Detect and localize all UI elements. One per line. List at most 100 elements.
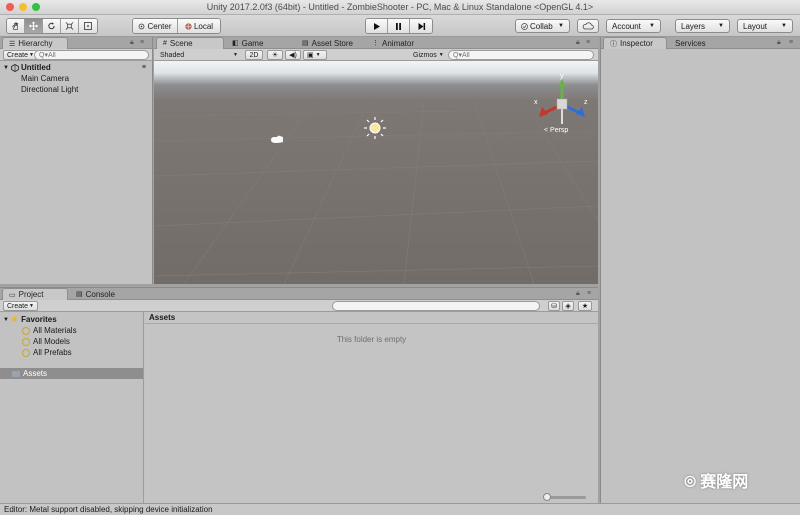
project-subbar: Create ▼ ⛁ ◈ ★	[0, 300, 598, 312]
check-icon	[521, 22, 528, 30]
inspector-tabbar: ⓘ Inspector Services 🔒︎ ≡	[601, 37, 800, 49]
project-search-input[interactable]	[332, 301, 540, 311]
account-dropdown[interactable]: Account ▼	[606, 19, 661, 33]
pause-button[interactable]	[388, 19, 410, 33]
tab-inspector[interactable]: ⓘ Inspector	[603, 37, 667, 49]
lock-icon[interactable]: 🔒︎	[576, 39, 580, 47]
layers-dropdown[interactable]: Layers ▼	[675, 19, 730, 33]
tab-project[interactable]: ▭ Project	[2, 288, 68, 300]
favorite-button[interactable]: ★	[578, 301, 592, 311]
perspective-label[interactable]: < Persp	[544, 127, 568, 134]
pivot-icon	[139, 23, 145, 29]
hierarchy-search-field[interactable]	[39, 51, 148, 59]
lock-icon[interactable]: 🔒︎	[777, 39, 781, 47]
chevron-down-icon: ▼	[718, 23, 724, 29]
slider-handle[interactable]	[543, 493, 551, 501]
hand-tool-button[interactable]	[7, 19, 25, 33]
filter-label-button[interactable]: ◈	[562, 301, 574, 311]
pivot-center-label: Center	[147, 21, 172, 31]
favorite-item-materials[interactable]: All Materials	[0, 325, 143, 336]
step-button[interactable]	[410, 19, 432, 33]
tab-asset-store[interactable]: ▤ Asset Store	[296, 37, 359, 49]
panel-menu-icon[interactable]: ≡	[140, 39, 144, 46]
cloud-icon	[582, 22, 594, 30]
tab-hierarchy-label: Hierarchy	[18, 39, 53, 48]
tab-services[interactable]: Services	[669, 37, 712, 49]
audio-toggle-button[interactable]: ◀)	[285, 50, 301, 60]
scene-menu-icon[interactable]: ≡	[142, 64, 146, 71]
favorites-row[interactable]: ▼ ★ Favorites	[0, 314, 143, 325]
favorite-item-prefabs[interactable]: All Prefabs	[0, 347, 143, 358]
collab-dropdown[interactable]: Collab ▼	[515, 19, 570, 33]
rect-tool-button[interactable]	[79, 19, 97, 33]
store-icon: ▤	[302, 40, 309, 47]
hierarchy-create-button[interactable]: Create ▼	[3, 50, 38, 60]
inspector-panel: ⓘ Inspector Services 🔒︎ ≡	[600, 37, 800, 503]
space-local-button[interactable]: Local	[178, 19, 220, 33]
layout-dropdown[interactable]: Layout ▼	[737, 19, 793, 33]
empty-folder-message: This folder is empty	[336, 335, 407, 344]
hierarchy-item-main-camera[interactable]: Main Camera	[0, 73, 152, 84]
folder-tab-icon: ▭	[9, 291, 16, 299]
tag-icon: ◈	[565, 303, 571, 310]
transform-tools	[6, 18, 98, 34]
scene-subbar: Shaded ▼ 2D ☀ ◀) ▣ ▼ Gizmos ▼	[154, 49, 598, 61]
pivot-center-button[interactable]: Center	[133, 19, 178, 33]
scene-tabbar: # Scene ◧ Game ▤ Asset Store ⋮ Animator …	[154, 37, 598, 49]
lighting-toggle-button[interactable]: ☀	[267, 50, 283, 60]
panel-menu-icon[interactable]: ≡	[586, 39, 590, 46]
tab-inspector-label: Inspector	[620, 39, 653, 48]
panel-menu-icon[interactable]: ≡	[789, 39, 793, 46]
gizmos-dropdown[interactable]: Gizmos ▼	[410, 50, 446, 60]
filter-type-button[interactable]: ⛁	[548, 301, 560, 311]
tab-console[interactable]: ▤ Console	[70, 288, 121, 300]
scale-tool-button[interactable]	[61, 19, 79, 33]
scene-viewport[interactable]: x y z < Persp	[154, 61, 598, 284]
shading-mode-dropdown[interactable]: Shaded ▼	[157, 50, 241, 60]
scene-search-input[interactable]	[448, 50, 594, 60]
scene-search-field[interactable]	[453, 51, 593, 59]
status-message[interactable]: Editor: Metal support disabled, skipping…	[4, 505, 213, 514]
lock-icon[interactable]: 🔒︎	[576, 290, 580, 298]
2d-toggle-label: 2D	[249, 51, 259, 59]
scene-root-row[interactable]: ▼ Untitled ≡	[0, 62, 152, 73]
project-content-area[interactable]: Assets This folder is empty	[145, 312, 598, 503]
sun-gizmo-icon[interactable]	[363, 116, 387, 140]
gizmo-axis-y-label: y	[560, 73, 564, 80]
effects-dropdown[interactable]: ▣ ▼	[303, 50, 327, 60]
project-search-field[interactable]	[337, 302, 539, 310]
speaker-icon: ◀)	[289, 52, 297, 59]
camera-gizmo-icon[interactable]	[270, 134, 284, 144]
tab-scene[interactable]: # Scene	[156, 37, 224, 49]
expand-triangle-icon[interactable]: ▼	[3, 65, 9, 71]
tab-game[interactable]: ◧ Game	[226, 37, 269, 49]
shading-mode-label: Shaded	[160, 51, 185, 59]
rotate-tool-button[interactable]	[43, 19, 61, 33]
favorite-item-models[interactable]: All Models	[0, 336, 143, 347]
hand-icon	[12, 22, 19, 30]
ground-grid	[154, 100, 598, 284]
cloud-button[interactable]	[577, 19, 599, 33]
tab-project-label: Project	[18, 290, 44, 299]
gizmo-axis-x-label: x	[534, 99, 538, 106]
2d-toggle-button[interactable]: 2D	[245, 50, 263, 60]
panel-menu-icon[interactable]: ≡	[587, 290, 591, 297]
project-create-button[interactable]: Create ▼	[3, 301, 38, 311]
play-button[interactable]	[366, 19, 388, 33]
globe-icon	[185, 22, 192, 30]
scene-panel: # Scene ◧ Game ▤ Asset Store ⋮ Animator …	[154, 37, 598, 284]
tab-hierarchy[interactable]: ☰ Hierarchy	[2, 37, 68, 49]
hierarchy-create-label: Create	[7, 51, 29, 59]
move-icon	[29, 21, 38, 31]
hierarchy-item-directional-light[interactable]: Directional Light	[0, 84, 152, 95]
saved-search-icon	[22, 348, 30, 357]
expand-triangle-icon[interactable]: ▼	[3, 317, 9, 323]
icon-size-slider[interactable]	[543, 493, 586, 501]
lock-icon[interactable]: 🔒︎	[130, 39, 134, 47]
hierarchy-search-input[interactable]	[34, 50, 149, 60]
tab-animator[interactable]: ⋮ Animator	[366, 37, 420, 49]
project-create-label: Create	[7, 302, 29, 310]
orientation-gizmo[interactable]	[537, 79, 587, 129]
assets-folder-row[interactable]: Assets	[0, 368, 143, 379]
move-tool-button[interactable]	[25, 19, 43, 33]
